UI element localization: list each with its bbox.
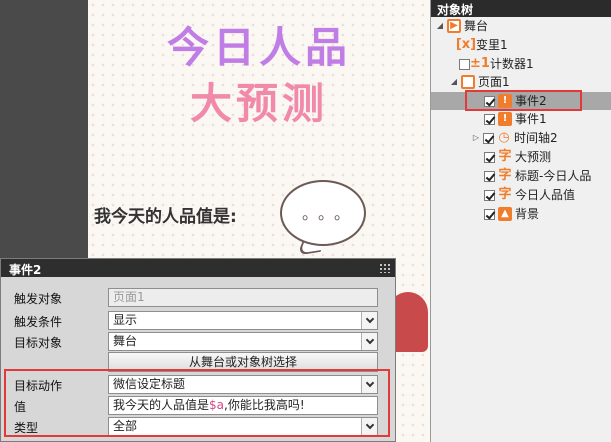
value-text-suffix: ,你能比我高吗! [224, 398, 305, 412]
row-type: 类型 全部 [1, 417, 397, 437]
chevron-down-icon[interactable] [361, 418, 377, 435]
tree-item-event2[interactable]: ! 事件2 [431, 92, 611, 110]
visibility-checkbox[interactable] [484, 95, 495, 107]
object-tree-header: 对象树 [431, 0, 611, 17]
tree-item-variable[interactable]: [x] 变里1 [455, 36, 508, 54]
target-object-label: 目标对象 [14, 336, 63, 350]
target-action-label: 目标动作 [14, 379, 63, 393]
tree-item-counter[interactable]: ±1 计数器1 [459, 55, 534, 73]
row-target-object: 目标对象 舞台 [1, 332, 397, 352]
canvas-title-line2: 大预测 [189, 79, 328, 128]
text-icon: 字 [498, 187, 512, 202]
chevron-down-icon[interactable] [361, 312, 377, 329]
visibility-checkbox[interactable] [484, 151, 495, 163]
canvas-prompt-text: 我今天的人品值是: [94, 207, 237, 227]
speech-bubble-dots: 。。。 [302, 204, 359, 223]
chevron-down-icon[interactable] [361, 333, 377, 350]
tree-item-label: 时间轴2 [514, 131, 558, 145]
type-value: 全部 [113, 419, 138, 433]
canvas-title-line1: 今日人品 [166, 23, 351, 72]
event-icon: ! [498, 112, 512, 126]
image-icon: ▲ [498, 207, 512, 221]
tree-item-label: 页面1 [478, 75, 510, 89]
trigger-condition-value: 显示 [113, 313, 138, 327]
collapse-arrow-icon[interactable]: ◢ [435, 17, 445, 35]
tree-item-label: 计数器1 [490, 57, 534, 71]
tree-item-timeline[interactable]: ▷ ◷ 时间轴2 [471, 129, 558, 147]
tree-item-label: 今日人品值 [515, 188, 576, 202]
trigger-object-value: 页面1 [113, 290, 145, 304]
counter-icon: ±1 [470, 56, 490, 71]
properties-panel-header[interactable]: 事件2 [1, 259, 395, 277]
tree-item-page[interactable]: ◢ 页面1 [449, 73, 510, 91]
event-properties-panel: 事件2 触发对象 页面1 触发条件 显示 目标对象 舞台 从舞台或对象树选择 目… [0, 258, 396, 442]
tree-item-label: 事件2 [515, 94, 547, 108]
page-icon [461, 75, 475, 89]
trigger-condition-label: 触发条件 [14, 315, 63, 329]
value-input[interactable]: 我今天的人品值是$a,你能比我高吗! [108, 396, 378, 415]
row-value: 值 我今天的人品值是$a,你能比我高吗! [1, 396, 397, 416]
visibility-checkbox[interactable] [483, 132, 494, 144]
target-action-select[interactable]: 微信设定标题 [108, 375, 378, 394]
value-label: 值 [14, 400, 27, 414]
expand-arrow-icon[interactable]: ▷ [471, 129, 481, 147]
tree-item-background[interactable]: ▲ 背景 [484, 205, 539, 223]
target-action-value: 微信设定标题 [113, 377, 186, 391]
collapse-arrow-icon[interactable]: ◢ [449, 73, 459, 91]
target-object-select[interactable]: 舞台 [108, 332, 378, 351]
tree-item-label: 变里1 [476, 38, 508, 52]
object-tree-panel: 对象树 ◢ ▶ 舞台 [x] 变里1 ±1 计数器1 ◢ 页面1 ! 事件2 !… [430, 0, 611, 442]
value-text-prefix: 我今天的人品值是 [113, 398, 210, 412]
row-select-button: 从舞台或对象树选择 [1, 352, 397, 372]
tree-item-text-forecast[interactable]: 字 大预测 [484, 148, 551, 166]
properties-panel-title: 事件2 [9, 263, 42, 277]
visibility-checkbox[interactable] [484, 170, 495, 182]
stage-icon: ▶ [447, 19, 461, 33]
visibility-checkbox[interactable] [484, 113, 495, 125]
visibility-checkbox[interactable] [484, 208, 495, 220]
tree-item-label: 背景 [515, 207, 540, 221]
tree-item-label: 事件1 [515, 112, 547, 126]
chevron-down-icon[interactable] [361, 376, 377, 393]
row-trigger-condition: 触发条件 显示 [1, 311, 397, 331]
trigger-object-label: 触发对象 [14, 292, 63, 306]
tree-item-label: 舞台 [464, 19, 489, 33]
trigger-condition-select[interactable]: 显示 [108, 311, 378, 330]
event-icon: ! [498, 94, 512, 108]
target-object-value: 舞台 [113, 334, 138, 348]
tree-item-label: 标题-今日人品 [515, 169, 592, 183]
timeline-icon: ◷ [498, 130, 510, 145]
tree-item-event1[interactable]: ! 事件1 [484, 110, 547, 128]
drag-grip-icon[interactable] [379, 263, 391, 273]
visibility-checkbox[interactable] [459, 58, 470, 70]
visibility-checkbox[interactable] [484, 189, 495, 201]
tree-item-text-title[interactable]: 字 标题-今日人品 [484, 167, 591, 185]
type-label: 类型 [14, 421, 39, 435]
row-trigger-object: 触发对象 页面1 [1, 288, 397, 308]
trigger-object-field: 页面1 [108, 288, 378, 307]
tree-item-text-value[interactable]: 字 今日人品值 [484, 186, 575, 204]
variable-icon: [x] [455, 37, 477, 52]
row-target-action: 目标动作 微信设定标题 [1, 375, 397, 395]
tree-item-label: 大预测 [515, 150, 552, 164]
text-icon: 字 [498, 168, 512, 183]
type-select[interactable]: 全部 [108, 417, 378, 436]
text-icon: 字 [498, 149, 512, 164]
tree-item-stage[interactable]: ◢ ▶ 舞台 [435, 17, 488, 35]
value-variable: $a [209, 398, 225, 412]
select-from-stage-button[interactable]: 从舞台或对象树选择 [108, 352, 378, 372]
